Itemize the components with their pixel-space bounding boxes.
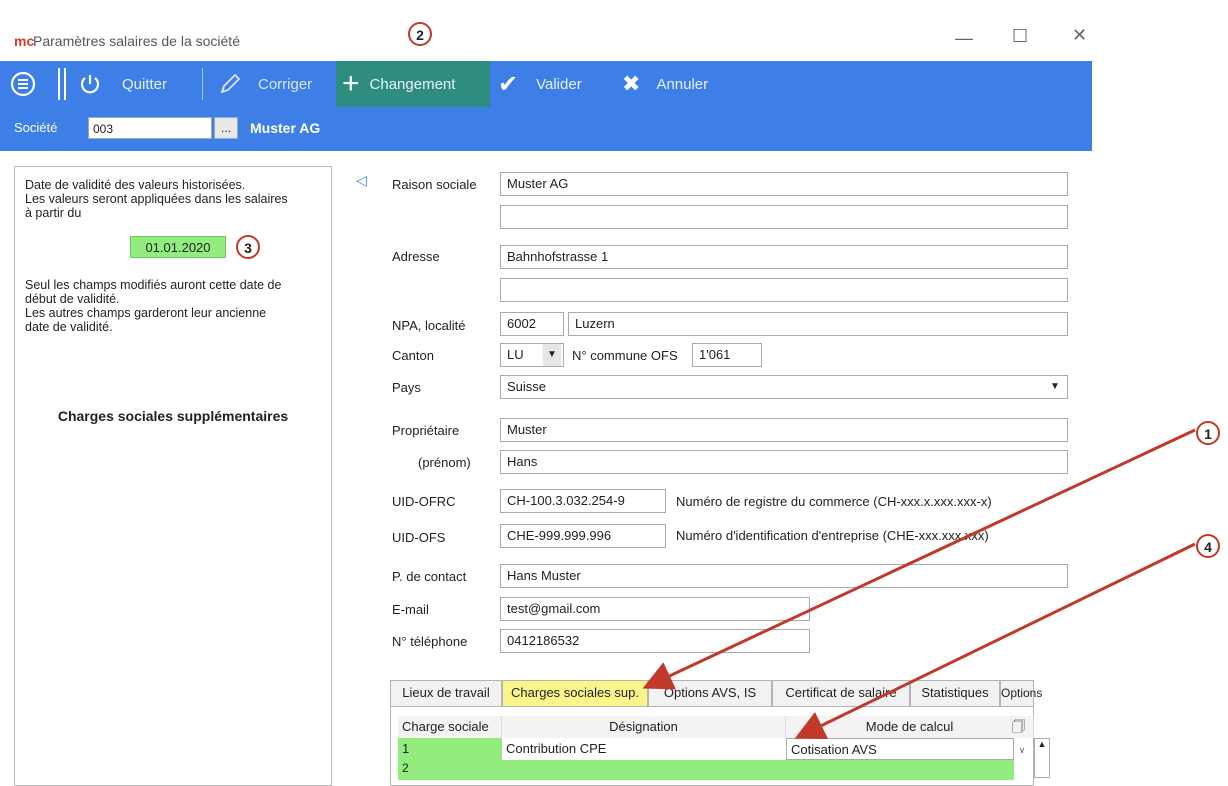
annotation-arrow-4 [794, 542, 1196, 739]
annotation-arrow-1 [642, 428, 1196, 690]
annotation-arrows [642, 428, 1196, 739]
